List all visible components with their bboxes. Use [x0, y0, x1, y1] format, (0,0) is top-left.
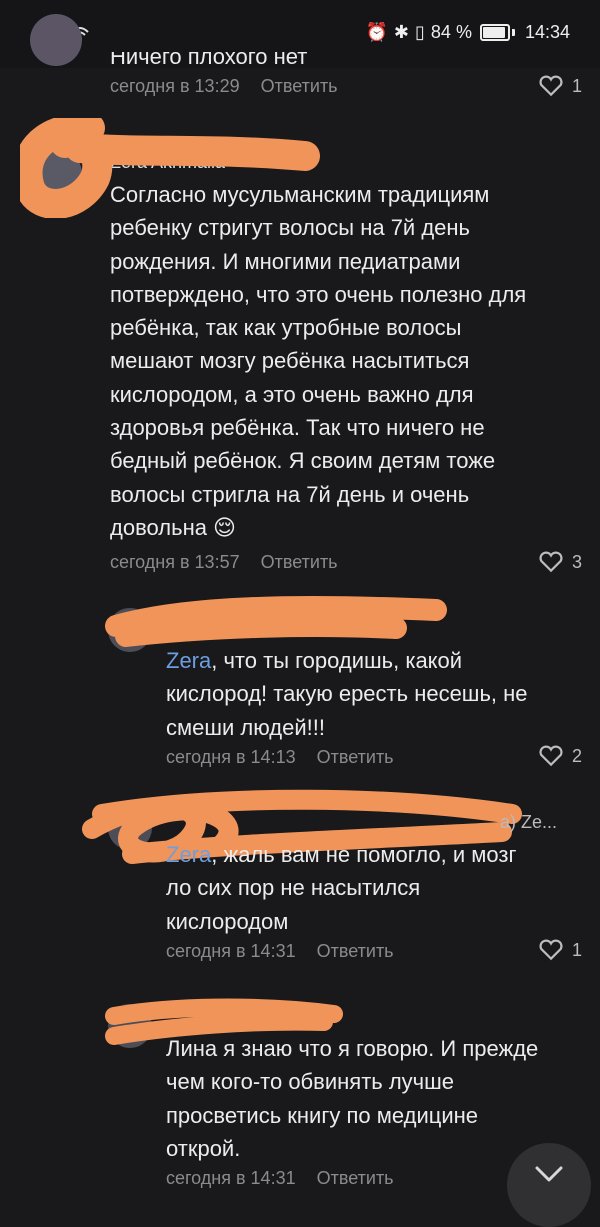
comment-meta: сегодня в 14:31 Ответить: [166, 941, 394, 962]
mention-link[interactable]: Zera: [166, 842, 211, 867]
heart-icon: [539, 745, 563, 767]
avatar[interactable]: [30, 14, 82, 66]
reply-button[interactable]: Ответить: [317, 941, 394, 961]
comment-author[interactable]: a) Ze...: [500, 812, 557, 833]
comment-text: Согласно мусульманским традициям ребенку…: [110, 182, 527, 540]
like-button[interactable]: 3: [538, 551, 582, 573]
chevron-down-icon: [535, 1166, 563, 1182]
comment-meta: сегодня в 13:29 Ответить: [110, 76, 338, 97]
bluetooth-icon: ✱: [393, 22, 410, 42]
comment-author[interactable]: Zera Akhmaliа: [110, 152, 225, 173]
battery-percent: 84 %: [430, 22, 472, 42]
comment-time: сегодня в 14:13: [166, 747, 296, 767]
like-count: 1: [572, 939, 583, 960]
avatar[interactable]: [108, 1004, 152, 1048]
mention-link[interactable]: Zera: [166, 648, 211, 673]
alarm-icon: ⏰: [365, 22, 388, 42]
reply-button[interactable]: Ответить: [261, 552, 338, 572]
reply-button[interactable]: Ответить: [317, 1168, 394, 1188]
vibrate-icon: ▯: [415, 22, 425, 42]
scroll-down-button[interactable]: [507, 1143, 591, 1227]
like-button[interactable]: 1: [538, 939, 582, 961]
comment-text: Zera, что ты городишь, какой кислород! т…: [166, 648, 528, 740]
comment-meta: сегодня в 13:57 Ответить: [110, 552, 338, 573]
comment-meta: сегодня в 14:31 Ответить: [166, 1168, 394, 1189]
heart-icon: [539, 939, 563, 961]
comment-time: сегодня в 14:31: [166, 941, 296, 961]
like-count: 1: [572, 75, 583, 96]
status-right: ⏰ ✱ ▯ 84 % 14:34: [366, 22, 571, 43]
comment-time: сегодня в 13:57: [110, 552, 240, 572]
comment-meta: сегодня в 14:13 Ответить: [166, 747, 394, 768]
heart-icon: [539, 75, 563, 97]
clock: 14:34: [524, 22, 570, 42]
like-button[interactable]: 2: [538, 745, 582, 767]
comment-time: сегодня в 13:29: [110, 76, 240, 96]
reply-button[interactable]: Ответить: [261, 76, 338, 96]
like-count: 2: [572, 745, 583, 766]
comment-time: сегодня в 14:31: [166, 1168, 296, 1188]
heart-icon: [539, 551, 563, 573]
like-count: 3: [572, 551, 583, 572]
battery-icon: [479, 24, 510, 41]
like-button[interactable]: 1: [538, 75, 582, 97]
avatar[interactable]: [108, 806, 152, 850]
avatar[interactable]: [108, 608, 152, 652]
comment-text: Лина я знаю что я говорю. И прежде чем к…: [166, 1036, 539, 1161]
avatar[interactable]: [30, 148, 82, 200]
reply-button[interactable]: Ответить: [317, 747, 394, 767]
comment-text: Zera, жаль вам не помогло, и мозг ло сих…: [166, 842, 517, 934]
